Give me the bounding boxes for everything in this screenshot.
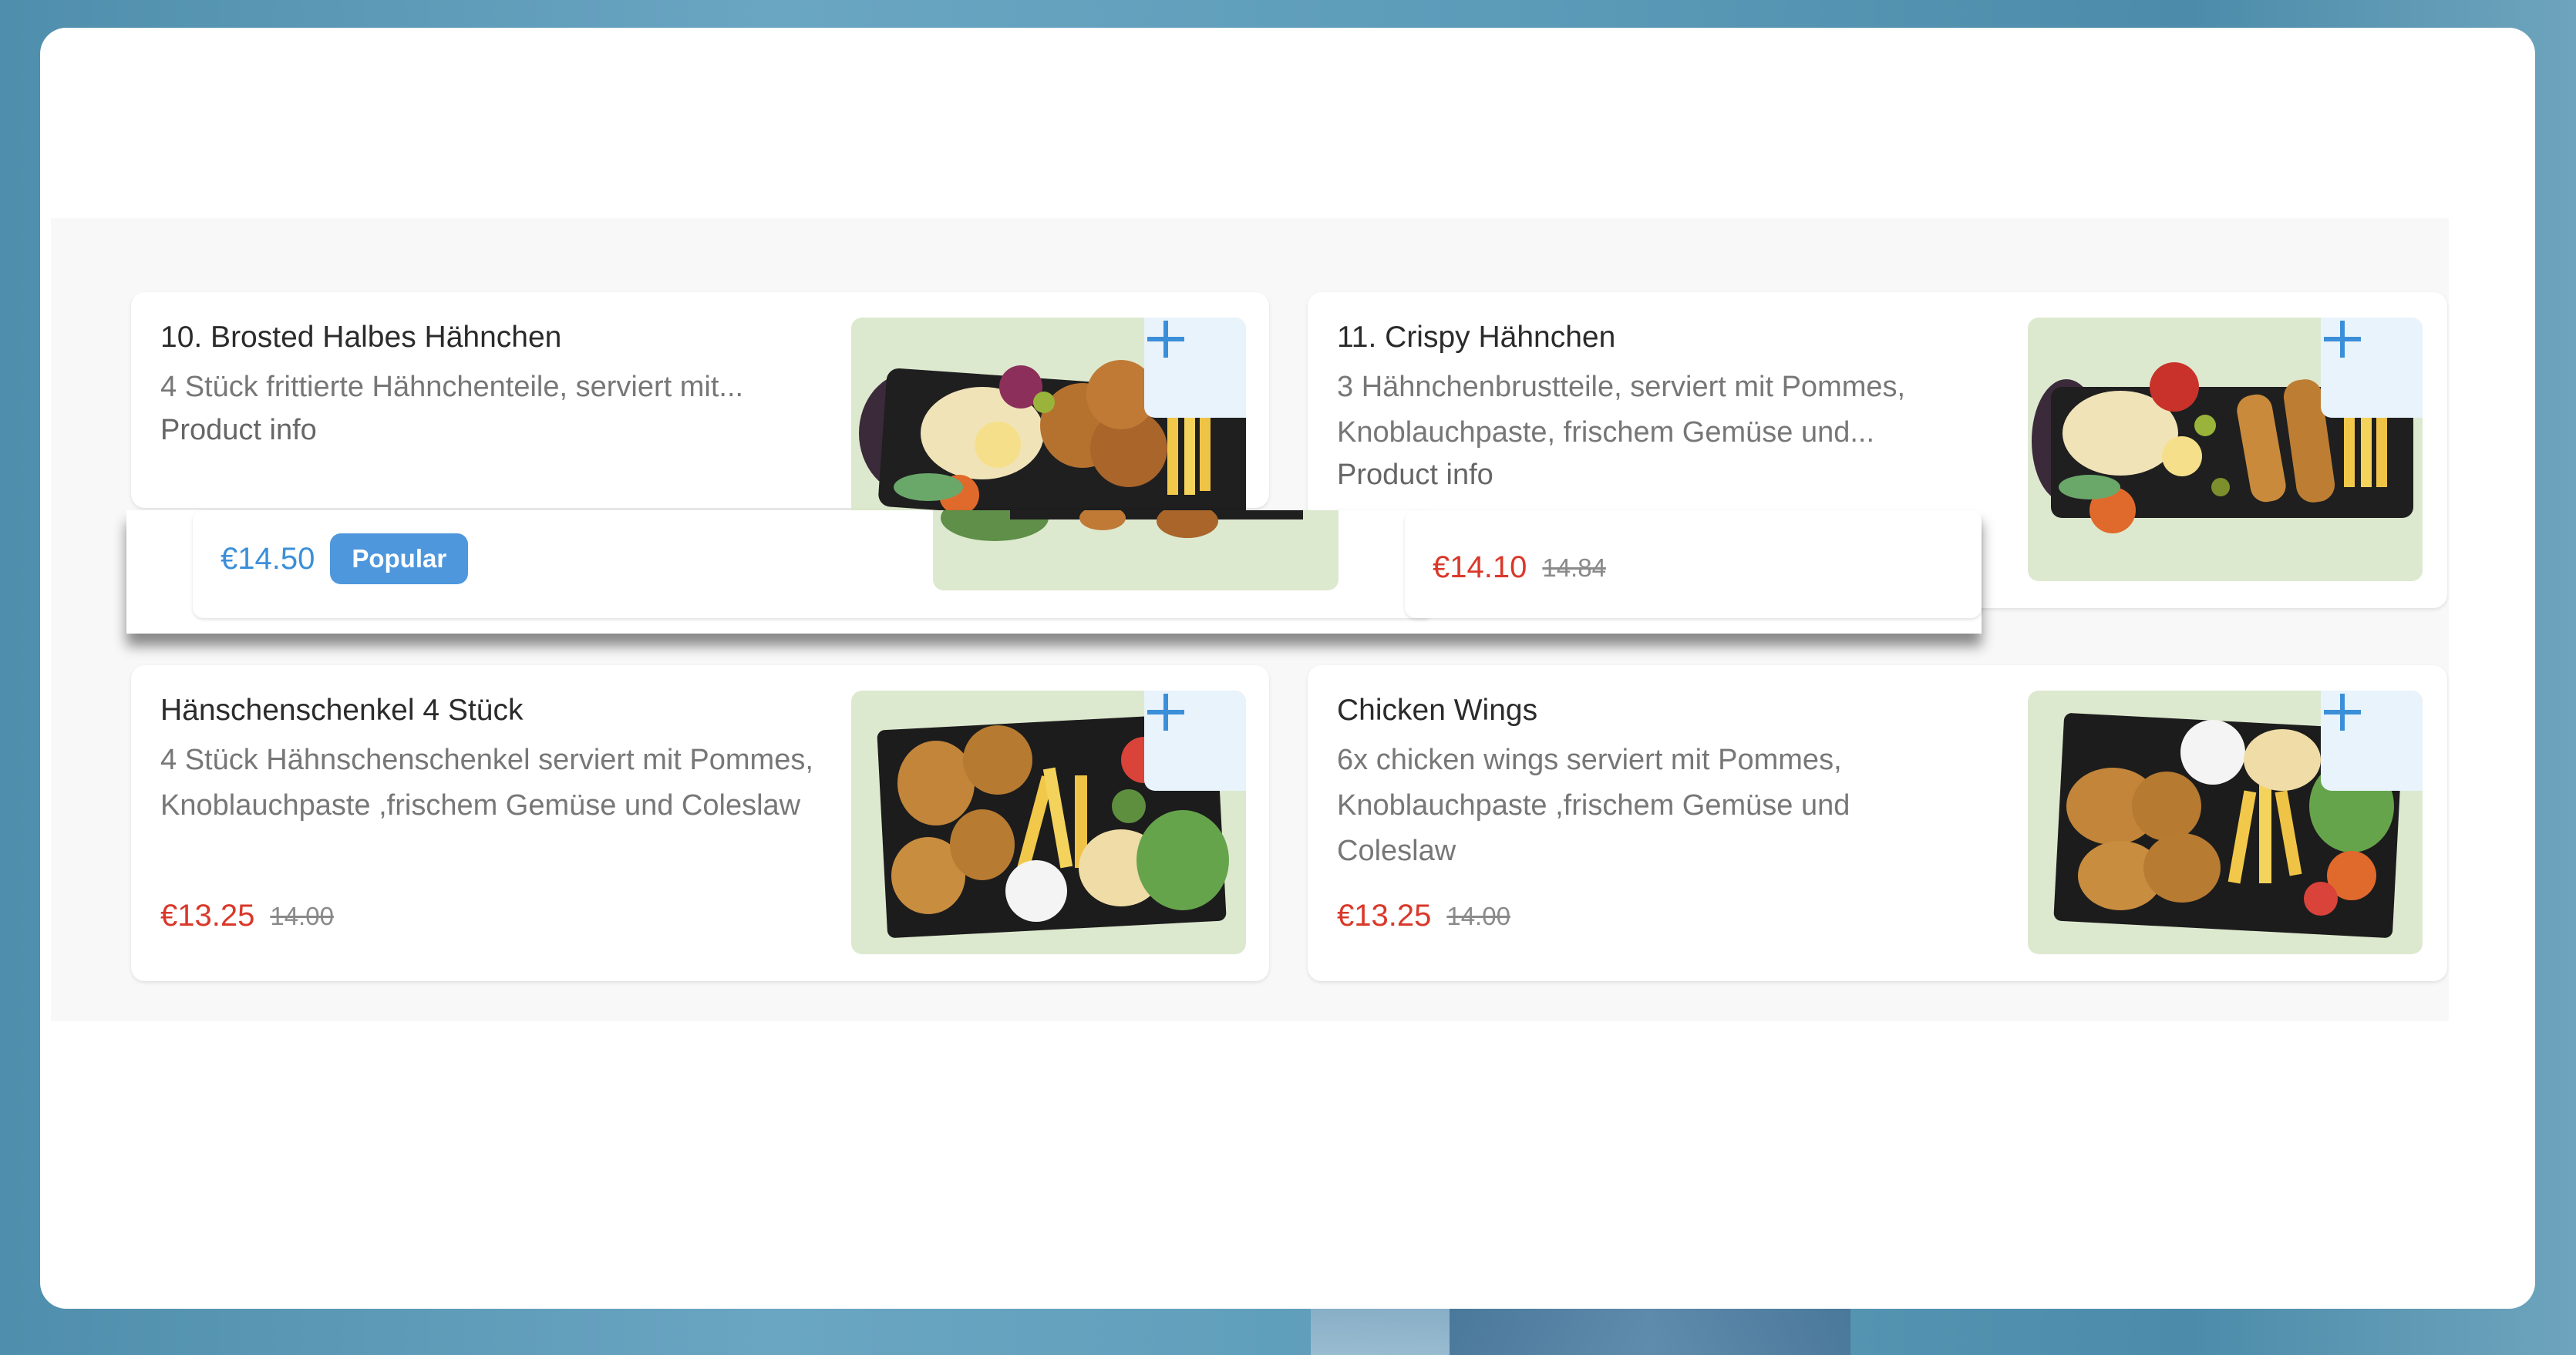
plus-icon: [1147, 321, 1184, 358]
menu-item-image: [2028, 691, 2423, 954]
product-info-link[interactable]: Product info: [1337, 459, 1493, 492]
add-to-cart-button[interactable]: [1144, 318, 1246, 418]
menu-item-title: 10. Brosted Halbes Hähnchen: [160, 321, 562, 354]
menu-item-description: 4 Stück frittierte Hähnchenteile, servie…: [160, 371, 744, 403]
price-row: €13.25 14.00: [1337, 899, 1510, 933]
price-row: €14.10 14.84: [1433, 550, 1606, 585]
plus-icon: [2324, 321, 2361, 358]
menu-item-card[interactable]: Chicken Wings 6x chicken wings serviert …: [1308, 665, 2447, 981]
menu-item-title: Chicken Wings: [1337, 694, 1538, 727]
food-platter-image-fragment: [941, 510, 1303, 541]
add-to-cart-button[interactable]: [2321, 318, 2423, 418]
menu-item-image-fragment: [933, 510, 1339, 590]
original-price: 14.84: [1542, 553, 1606, 582]
background-figure: [1450, 1306, 1850, 1355]
price-row: €14.50 Popular: [221, 533, 469, 584]
menu-item-card[interactable]: 10. Brosted Halbes Hähnchen 4 Stück frit…: [131, 292, 1269, 581]
menu-item-description: 3 Hähnchenbrustteile, serviert mit Pomme…: [1337, 371, 1906, 449]
menu-item-image: [2028, 318, 2423, 581]
original-price: 14.00: [1446, 901, 1510, 930]
price: €13.25: [1337, 899, 1432, 933]
price-overlay-strip: €14.50 Popular €14.10 14.84: [126, 510, 1982, 634]
menu-item-card-footer[interactable]: €14.10 14.84: [1405, 510, 1982, 618]
menu-item-title: Hänschenschenkel 4 Stück: [160, 694, 524, 727]
menu-item-image: [851, 691, 1246, 954]
original-price: 14.00: [270, 901, 334, 930]
menu-item-description: 6x chicken wings serviert mit Pommes, Kn…: [1337, 744, 1850, 867]
price: €14.10: [1433, 550, 1527, 584]
plus-icon: [1147, 694, 1184, 731]
menu-item-title: 11. Crispy Hähnchen: [1337, 321, 1616, 354]
price: €13.25: [160, 899, 255, 933]
price-row: €13.25 14.00: [160, 899, 334, 933]
product-info-link[interactable]: Product info: [160, 414, 317, 447]
plus-icon: [2324, 694, 2361, 731]
menu-item-card-footer[interactable]: €14.50 Popular: [193, 510, 1434, 618]
popular-badge: Popular: [330, 533, 469, 584]
add-to-cart-button[interactable]: [2321, 691, 2423, 791]
price: €14.50: [221, 541, 315, 576]
menu-item-description: 4 Stück Hähnschenschenkel serviert mit P…: [160, 744, 813, 822]
menu-item-card[interactable]: Hänschenschenkel 4 Stück 4 Stück Hähnsch…: [131, 665, 1269, 981]
add-to-cart-button[interactable]: [1144, 691, 1246, 791]
